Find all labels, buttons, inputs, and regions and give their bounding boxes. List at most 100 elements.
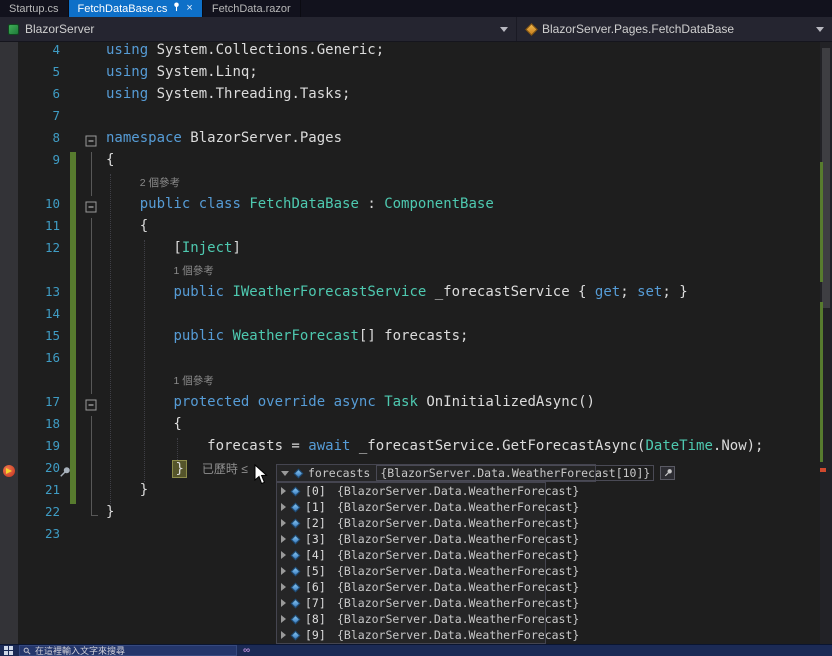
datatip-row[interactable]: [3] {BlazorServer.Data.WeatherForecast}: [277, 531, 579, 547]
breakpoint-gutter-cell[interactable]: [0, 284, 18, 306]
breakpoint-gutter-cell[interactable]: [0, 108, 18, 130]
code-text[interactable]: protected override async Task OnInitiali…: [106, 394, 832, 416]
code-line[interactable]: 15 public WeatherForecast[] forecasts;: [0, 328, 832, 350]
code-text[interactable]: forecasts = await _forecastService.GetFo…: [106, 438, 832, 460]
collapse-arrow-icon[interactable]: [281, 470, 289, 476]
breakpoint-gutter-cell[interactable]: [0, 218, 18, 240]
breakpoint-gutter-cell[interactable]: [0, 64, 18, 86]
windows-start-icon[interactable]: [4, 646, 13, 655]
breakpoint-icon[interactable]: [3, 465, 15, 477]
breakpoint-gutter-cell[interactable]: [0, 262, 18, 284]
code-text[interactable]: using System.Threading.Tasks;: [106, 86, 832, 108]
breakpoint-gutter-cell[interactable]: [0, 174, 18, 196]
expand-arrow-icon[interactable]: [281, 503, 286, 511]
datatip-row[interactable]: [2] {BlazorServer.Data.WeatherForecast}: [277, 515, 579, 531]
code-line[interactable]: 12 [Inject]: [0, 240, 832, 262]
breakpoint-gutter-cell[interactable]: [0, 42, 18, 64]
outlining-margin-cell[interactable]: [76, 394, 106, 416]
datatip-row[interactable]: [8] {BlazorServer.Data.WeatherForecast}: [277, 611, 579, 627]
visual-studio-taskbar-icon[interactable]: ∞: [243, 645, 250, 656]
code-text[interactable]: using System.Linq;: [106, 64, 832, 86]
tab-fetchdatabase-cs[interactable]: FetchDataBase.cs ×: [68, 0, 203, 17]
breakpoint-gutter-cell[interactable]: [0, 196, 18, 218]
code-line[interactable]: 9{: [0, 152, 832, 174]
code-line[interactable]: 19 forecasts = await _forecastService.Ge…: [0, 438, 832, 460]
breakpoint-gutter-cell[interactable]: [0, 152, 18, 174]
windows-taskbar[interactable]: 在這裡輸入文字來搜尋 ∞: [0, 644, 832, 656]
breakpoint-gutter-cell[interactable]: [0, 416, 18, 438]
taskbar-search[interactable]: 在這裡輸入文字來搜尋: [19, 645, 237, 656]
code-line[interactable]: 11 {: [0, 218, 832, 240]
datatip-row[interactable]: [9] {BlazorServer.Data.WeatherForecast}: [277, 627, 579, 643]
code-line[interactable]: 2 個參考: [0, 174, 832, 196]
datatip-row[interactable]: [4] {BlazorServer.Data.WeatherForecast}: [277, 547, 579, 563]
codelens-references[interactable]: 1 個參考: [173, 265, 213, 277]
code-text[interactable]: 2 個參考: [106, 174, 832, 196]
pin-to-source-button[interactable]: [660, 466, 676, 480]
pin-icon[interactable]: [58, 464, 72, 478]
code-line[interactable]: 13 public IWeatherForecastService _forec…: [0, 284, 832, 306]
code-line[interactable]: 18 {: [0, 416, 832, 438]
breakpoint-gutter-cell[interactable]: [0, 350, 18, 372]
expand-arrow-icon[interactable]: [281, 583, 286, 591]
project-dropdown[interactable]: BlazorServer: [0, 17, 516, 41]
tab-startup-cs[interactable]: Startup.cs: [0, 0, 69, 17]
expand-arrow-icon[interactable]: [281, 487, 286, 495]
code-text[interactable]: [106, 108, 832, 130]
code-text[interactable]: 1 個參考: [106, 262, 832, 284]
code-text[interactable]: [106, 306, 832, 328]
expand-arrow-icon[interactable]: [281, 535, 286, 543]
code-line[interactable]: 6 using System.Threading.Tasks;: [0, 86, 832, 108]
type-dropdown[interactable]: BlazorServer.Pages.FetchDataBase: [516, 17, 832, 41]
code-line[interactable]: 1 個參考: [0, 262, 832, 284]
tab-fetchdata-razor[interactable]: FetchData.razor: [203, 0, 301, 17]
perftip-elapsed-time[interactable]: 已歷時 ≤: [202, 462, 248, 476]
breakpoint-gutter-cell[interactable]: [0, 306, 18, 328]
code-text[interactable]: [106, 350, 832, 372]
breakpoint-gutter-cell[interactable]: [0, 526, 18, 548]
code-text[interactable]: public class FetchDataBase : ComponentBa…: [106, 196, 832, 218]
code-text[interactable]: 1 個參考: [106, 372, 832, 394]
code-line[interactable]: 10 public class FetchDataBase : Componen…: [0, 196, 832, 218]
code-line[interactable]: 4 using System.Collections.Generic;: [0, 42, 832, 64]
collapse-box-icon[interactable]: [85, 201, 97, 213]
collapse-box-icon[interactable]: [85, 399, 97, 411]
datatip-row[interactable]: [5] {BlazorServer.Data.WeatherForecast}: [277, 563, 579, 579]
breakpoint-gutter-cell[interactable]: [0, 372, 18, 394]
expand-arrow-icon[interactable]: [281, 631, 286, 639]
expand-arrow-icon[interactable]: [281, 599, 286, 607]
code-line[interactable]: 17 protected override async Task OnIniti…: [0, 394, 832, 416]
code-line[interactable]: 5 using System.Linq;: [0, 64, 832, 86]
code-text[interactable]: {: [106, 218, 832, 240]
scrollbar-thumb[interactable]: [822, 48, 830, 308]
code-line[interactable]: 1 個參考: [0, 372, 832, 394]
breakpoint-gutter-cell[interactable]: [0, 328, 18, 350]
codelens-references[interactable]: 1 個參考: [173, 375, 213, 387]
breakpoint-gutter-cell[interactable]: [0, 240, 18, 262]
code-text[interactable]: using System.Collections.Generic;: [106, 42, 832, 64]
outlining-margin-cell[interactable]: [76, 196, 106, 218]
vertical-scrollbar[interactable]: [820, 42, 832, 644]
datatip-row[interactable]: [6] {BlazorServer.Data.WeatherForecast}: [277, 579, 579, 595]
code-text[interactable]: public WeatherForecast[] forecasts;: [106, 328, 832, 350]
expand-arrow-icon[interactable]: [281, 551, 286, 559]
code-line[interactable]: 14: [0, 306, 832, 328]
code-line[interactable]: 7: [0, 108, 832, 130]
code-line[interactable]: 16: [0, 350, 832, 372]
codelens-references[interactable]: 2 個參考: [140, 177, 180, 189]
collapse-box-icon[interactable]: [85, 135, 97, 147]
code-text[interactable]: namespace BlazorServer.Pages: [106, 130, 832, 152]
close-icon[interactable]: ×: [186, 3, 192, 14]
breakpoint-gutter-cell[interactable]: [0, 394, 18, 416]
code-text[interactable]: [Inject]: [106, 240, 832, 262]
code-text[interactable]: {: [106, 416, 832, 438]
code-text[interactable]: public IWeatherForecastService _forecast…: [106, 284, 832, 306]
datatip-row[interactable]: [1] {BlazorServer.Data.WeatherForecast}: [277, 499, 579, 515]
breakpoint-gutter-cell[interactable]: [0, 130, 18, 152]
expand-arrow-icon[interactable]: [281, 615, 286, 623]
breakpoint-gutter-cell[interactable]: [0, 438, 18, 460]
datatip-root-row[interactable]: forecasts {BlazorServer.Data.WeatherFore…: [276, 464, 676, 482]
datatip-row[interactable]: [7] {BlazorServer.Data.WeatherForecast}: [277, 595, 579, 611]
breakpoint-gutter-cell[interactable]: [0, 460, 18, 482]
breakpoint-gutter-cell[interactable]: [0, 504, 18, 526]
